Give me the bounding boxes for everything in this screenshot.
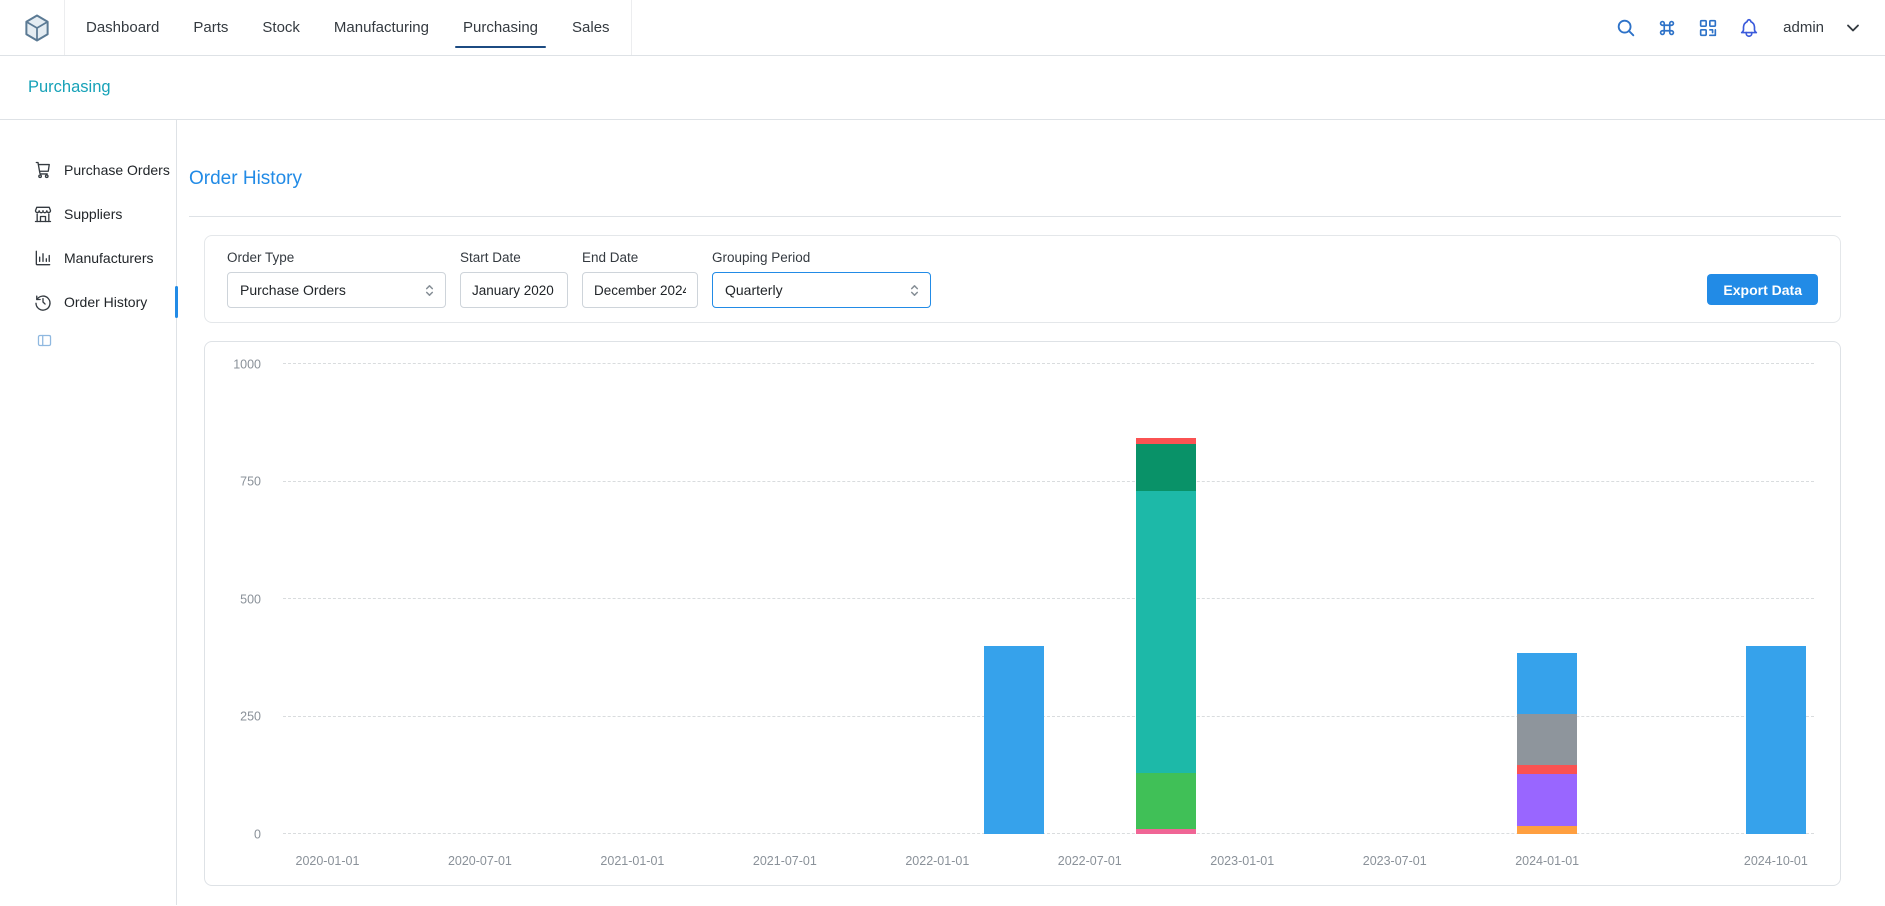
grouping-period-field: Grouping Period Quarterly xyxy=(712,250,931,308)
x-tick-label: 2020-07-01 xyxy=(448,854,512,868)
bar-segment xyxy=(1136,491,1196,773)
bar-segment xyxy=(1517,653,1577,714)
end-date-field: End Date xyxy=(582,250,698,308)
sidebar-item-order-history[interactable]: Order History xyxy=(0,280,176,324)
collapse-sidebar-icon[interactable] xyxy=(36,332,53,349)
page-title: Order History xyxy=(189,168,1841,190)
user-menu[interactable]: admin xyxy=(1783,19,1824,36)
x-tick-label: 2021-07-01 xyxy=(753,854,817,868)
y-axis: 02505007501000 xyxy=(205,364,271,834)
y-tick-label: 500 xyxy=(240,593,261,606)
bar-segment xyxy=(1517,765,1577,773)
tab-label: Sales xyxy=(572,19,610,36)
chart-bar[interactable] xyxy=(1517,653,1577,834)
start-date-field: Start Date xyxy=(460,250,568,308)
y-tick-label: 1000 xyxy=(233,358,261,371)
sidebar-item-label: Manufacturers xyxy=(64,250,153,266)
shopping-cart-icon xyxy=(33,160,53,180)
order-type-label: Order Type xyxy=(227,250,446,266)
gridline xyxy=(283,716,1814,717)
bar-segment xyxy=(1746,646,1806,834)
tab-sales[interactable]: Sales xyxy=(555,0,627,55)
history-icon xyxy=(33,292,53,312)
start-date-input[interactable] xyxy=(460,272,568,308)
tab-stock[interactable]: Stock xyxy=(245,0,317,55)
export-data-button[interactable]: Export Data xyxy=(1707,274,1818,305)
app-logo-icon[interactable] xyxy=(22,13,52,43)
order-type-select[interactable]: Purchase Orders xyxy=(227,272,446,308)
x-tick-label: 2024-01-01 xyxy=(1515,854,1579,868)
bar-segment xyxy=(1136,444,1196,491)
tab-label: Purchasing xyxy=(463,19,538,36)
gridline xyxy=(283,481,1814,482)
building-store-icon xyxy=(33,204,53,224)
chart-bar[interactable] xyxy=(984,646,1044,834)
chart-icon xyxy=(33,248,53,268)
tab-label: Stock xyxy=(262,19,300,36)
x-tick-label: 2023-01-01 xyxy=(1210,854,1274,868)
bar-segment xyxy=(984,646,1044,834)
x-axis: 2020-01-01 2020-07-01 2021-01-01 2021-07-01… xyxy=(283,854,1814,872)
sidebar-item-label: Suppliers xyxy=(64,206,122,222)
x-tick-label: 2020-01-01 xyxy=(295,854,359,868)
order-type-value: Purchase Orders xyxy=(240,282,346,298)
y-tick-label: 0 xyxy=(254,828,261,841)
sidebar-item-suppliers[interactable]: Suppliers xyxy=(0,192,176,236)
x-tick-label: 2022-01-01 xyxy=(905,854,969,868)
y-tick-label: 750 xyxy=(240,475,261,488)
bar-segment xyxy=(1517,826,1577,834)
tab-parts[interactable]: Parts xyxy=(176,0,245,55)
tab-dashboard[interactable]: Dashboard xyxy=(69,0,176,55)
order-type-field: Order Type Purchase Orders xyxy=(227,250,446,308)
x-tick-label: 2024-10-01 xyxy=(1744,854,1808,868)
tab-label: Parts xyxy=(193,19,228,36)
sidebar-item-manufacturers[interactable]: Manufacturers xyxy=(0,236,176,280)
sidebar-item-purchase-orders[interactable]: Purchase Orders xyxy=(0,148,176,192)
bar-segment xyxy=(1517,714,1577,766)
navbar: Dashboard Parts Stock Manufacturing Purc… xyxy=(0,0,1885,56)
chart-panel: 0 250 500 750 1000 2020-01-01 2020-07-01 2021-… xyxy=(204,341,1841,886)
tab-label: Manufacturing xyxy=(334,19,429,36)
sidebar-item-label: Purchase Orders xyxy=(64,162,170,178)
sidebar-item-label: Order History xyxy=(64,294,147,310)
breadcrumb-bar: Purchasing xyxy=(0,56,1885,120)
tab-label: Dashboard xyxy=(86,19,159,36)
grouping-period-select[interactable]: Quarterly xyxy=(712,272,931,308)
bell-icon[interactable] xyxy=(1738,17,1760,39)
x-tick-label: 2022-07-01 xyxy=(1058,854,1122,868)
sidebar: Purchase Orders Suppliers Manufacturers … xyxy=(0,120,177,905)
y-tick-label: 250 xyxy=(240,710,261,723)
title-divider xyxy=(189,216,1841,217)
end-date-label: End Date xyxy=(582,250,698,266)
bar-segment xyxy=(1136,773,1196,829)
search-icon[interactable] xyxy=(1615,17,1637,39)
chart-plot xyxy=(283,364,1814,834)
end-date-input[interactable] xyxy=(582,272,698,308)
bar-segment xyxy=(1517,774,1577,826)
x-tick-label: 2023-07-01 xyxy=(1363,854,1427,868)
selector-icon xyxy=(422,283,437,298)
tab-manufacturing[interactable]: Manufacturing xyxy=(317,0,446,55)
chevron-down-icon[interactable] xyxy=(1843,18,1863,38)
filter-panel: Order Type Purchase Orders Start Date En… xyxy=(204,235,1841,323)
selector-icon xyxy=(907,283,922,298)
grouping-period-value: Quarterly xyxy=(725,282,783,298)
breadcrumb[interactable]: Purchasing xyxy=(28,78,111,97)
chart-bar[interactable] xyxy=(1746,646,1806,834)
navbar-actions: admin xyxy=(1615,17,1863,39)
bar-segment xyxy=(1136,829,1196,834)
gridline xyxy=(283,598,1814,599)
main-nav: Dashboard Parts Stock Manufacturing Purc… xyxy=(64,0,632,55)
grouping-period-label: Grouping Period xyxy=(712,250,931,266)
tab-purchasing[interactable]: Purchasing xyxy=(446,0,555,55)
qr-scan-icon[interactable] xyxy=(1697,17,1719,39)
start-date-label: Start Date xyxy=(460,250,568,266)
main-panel: Order History Order Type Purchase Orders… xyxy=(177,120,1885,905)
command-icon[interactable] xyxy=(1656,17,1678,39)
x-tick-label: 2021-01-01 xyxy=(600,854,664,868)
chart-bar[interactable] xyxy=(1136,438,1196,834)
gridline xyxy=(283,833,1814,834)
gridline xyxy=(283,363,1814,364)
